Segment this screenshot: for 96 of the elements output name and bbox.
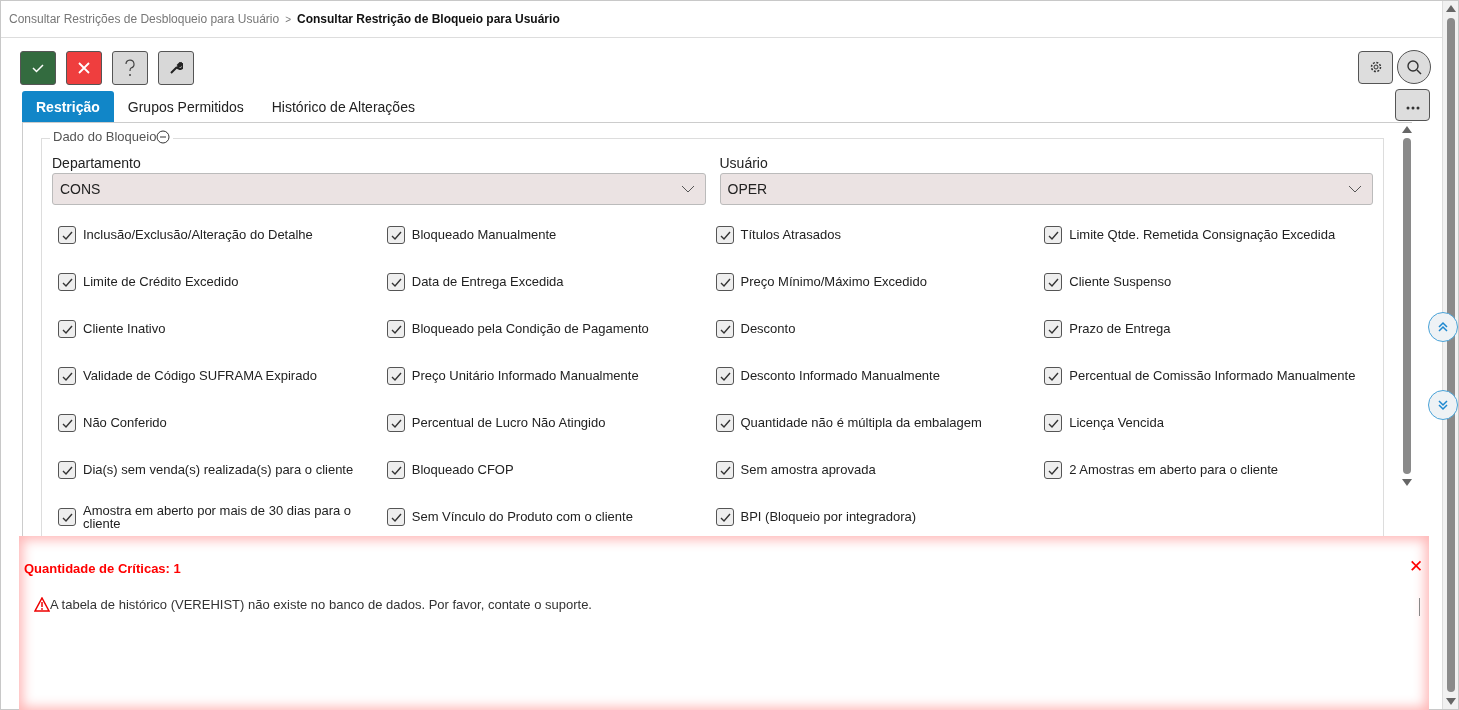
checkbox-label: Desconto Informado Manualmente <box>740 369 940 382</box>
question-mark-icon <box>123 58 137 78</box>
checkbox[interactable] <box>1044 413 1063 432</box>
checkbox[interactable] <box>386 507 405 526</box>
confirm-button[interactable] <box>20 51 56 85</box>
checkbox-label: Desconto <box>740 322 796 335</box>
checkbox[interactable] <box>1044 319 1063 338</box>
checkbox[interactable] <box>1044 460 1063 479</box>
checkbox[interactable] <box>58 366 76 385</box>
checkbox-label: Sem amostra aprovada <box>740 463 876 476</box>
checkbox[interactable] <box>715 225 734 244</box>
checkbox-label: Validade de Código SUFRAMA Expirado <box>83 369 317 382</box>
checkbox-label: Quantidade não é múltipla da embalagem <box>740 416 982 429</box>
chevron-down-icon <box>680 185 695 193</box>
checkbox-label: Amostra em aberto por mais de 30 dias para o cliente <box>83 503 353 530</box>
more-options-button[interactable] <box>1395 89 1430 121</box>
field-label: Departamento <box>52 155 142 171</box>
checkbox-label: Bloqueado pela Condição de Pagamento <box>411 322 649 335</box>
checkbox[interactable] <box>58 272 76 291</box>
scrollbar-thumb[interactable] <box>1403 138 1411 474</box>
checkbox-label: Não Conferido <box>83 416 167 429</box>
checkbox-label: Percentual de Comissão Informado Manualmente <box>1069 369 1356 382</box>
checkbox-label: Bloqueado Manualmente <box>411 228 557 241</box>
scroll-down-button[interactable] <box>1428 390 1458 420</box>
checkbox-label: Sem Vínculo do Produto com o cliente <box>411 510 633 523</box>
collapse-icon[interactable] <box>156 129 171 144</box>
wrench-icon <box>169 61 183 75</box>
checkbox[interactable] <box>715 460 734 479</box>
checkbox[interactable] <box>715 413 734 432</box>
scroll-up-arrow-icon[interactable] <box>1402 126 1412 133</box>
error-message: A tabela de histórico (VEREHIST) não existe no banco de dados. Por favor, contate o suporte. <box>50 597 592 612</box>
breadcrumb-separator: > <box>285 13 291 25</box>
scroll-up-button[interactable] <box>1428 312 1458 342</box>
page-title: Consultar Restrição de Bloqueio para Usuário <box>297 12 560 26</box>
cancel-button[interactable] <box>66 51 102 85</box>
wrench-button[interactable] <box>158 51 194 85</box>
double-chevron-up-icon <box>1437 321 1449 333</box>
scroll-down-arrow-icon[interactable] <box>1445 698 1456 705</box>
checkbox[interactable] <box>58 225 76 244</box>
scroll-down-arrow-icon[interactable] <box>1402 479 1412 486</box>
checkbox[interactable] <box>386 366 405 385</box>
tab[interactable]: Histórico de Alterações <box>257 91 429 122</box>
tab[interactable]: Grupos Permitidos <box>113 91 258 122</box>
double-chevron-down-icon <box>1437 399 1449 411</box>
checkbox[interactable] <box>386 319 405 338</box>
warning-icon <box>34 597 50 612</box>
checkbox-label: Cliente Suspenso <box>1069 275 1172 288</box>
dropdown-field[interactable]: OPER <box>719 173 1373 205</box>
section-title: Dado do Bloqueio <box>53 129 157 144</box>
checkbox[interactable] <box>58 460 76 479</box>
checkbox-label: 2 Amostras em aberto para o cliente <box>1069 463 1279 476</box>
scroll-up-arrow-icon[interactable] <box>1445 5 1456 12</box>
error-count: Quantidade de Críticas: 1 <box>24 561 182 576</box>
chevron-down-icon <box>1348 185 1362 193</box>
text-cursor <box>1419 598 1420 616</box>
checkbox-label: Cliente Inativo <box>83 322 166 335</box>
checkbox-label: BPI (Bloqueio por integradora) <box>740 510 917 523</box>
checkbox[interactable] <box>1044 225 1063 244</box>
tab[interactable]: Restrição <box>22 91 114 122</box>
checkbox-label: Prazo de Entrega <box>1069 322 1171 335</box>
checkbox[interactable] <box>386 272 405 291</box>
scrollbar-thumb[interactable] <box>1446 18 1455 692</box>
more-icon <box>1405 105 1420 110</box>
checkbox-label: Limite de Crédito Excedido <box>83 275 239 288</box>
search-icon <box>1406 59 1422 75</box>
checkbox[interactable] <box>715 272 734 291</box>
close-icon <box>77 61 91 75</box>
checkbox-label: Preço Unitário Informado Manualmente <box>411 369 639 382</box>
checkbox[interactable] <box>715 366 734 385</box>
checkbox[interactable] <box>715 319 734 338</box>
checkbox-label: Títulos Atrasados <box>740 228 841 241</box>
checkbox[interactable] <box>58 413 76 432</box>
checkbox-label: Preço Mínimo/Máximo Excedido <box>740 275 927 288</box>
checkbox-label: Limite Qtde. Remetida Consignação Excedida <box>1069 228 1336 241</box>
checkbox[interactable] <box>58 507 76 526</box>
close-button[interactable]: ✕ <box>1409 556 1423 577</box>
checkbox-label: Dia(s) sem venda(s) realizada(s) para o cliente <box>83 463 354 476</box>
checkbox-label: Licença Vencida <box>1069 416 1164 429</box>
checkbox[interactable] <box>1044 272 1063 291</box>
dropdown-field[interactable]: CONS <box>52 173 706 205</box>
checkbox[interactable] <box>1044 366 1063 385</box>
checkbox[interactable] <box>58 319 76 338</box>
checkbox[interactable] <box>386 225 405 244</box>
breadcrumb-link[interactable]: Consultar Restrições de Desbloqueio para Usuário <box>9 12 280 26</box>
checkbox[interactable] <box>386 460 405 479</box>
checkbox-label: Bloqueado CFOP <box>411 463 514 476</box>
checkbox[interactable] <box>386 413 405 432</box>
settings-icon <box>1368 60 1383 74</box>
search-button[interactable] <box>1397 50 1431 84</box>
checkbox[interactable] <box>715 507 734 526</box>
help-button[interactable] <box>112 51 148 85</box>
checkbox-label: Inclusão/Exclusão/Alteração do Detalhe <box>83 228 313 241</box>
checkbox-label: Percentual de Lucro Não Atingido <box>411 416 606 429</box>
settings-button[interactable] <box>1358 50 1393 84</box>
checkbox-label: Data de Entrega Excedida <box>411 275 564 288</box>
field-label: Usuário <box>719 155 769 171</box>
